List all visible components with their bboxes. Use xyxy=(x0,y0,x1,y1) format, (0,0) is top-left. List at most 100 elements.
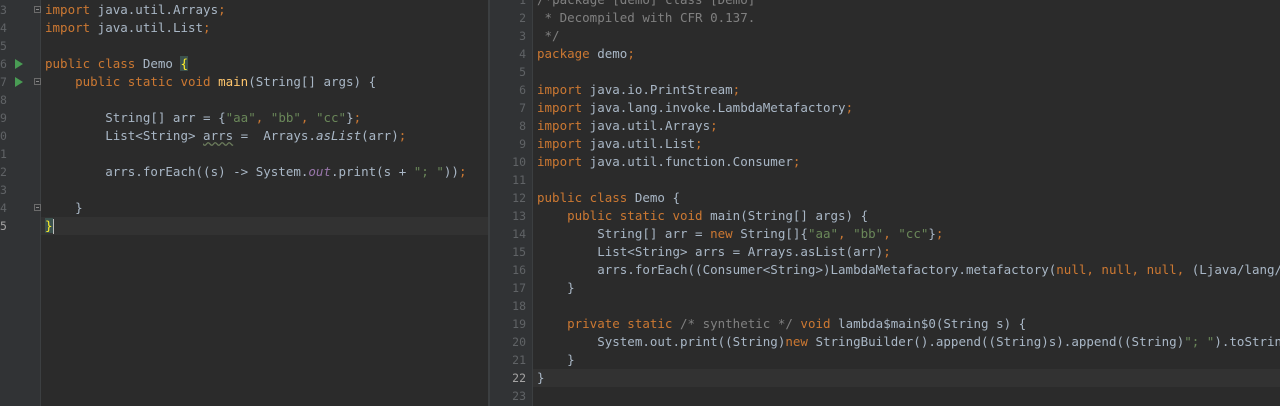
line-number[interactable]: 5 xyxy=(0,217,40,235)
line-number[interactable]: 20 xyxy=(490,333,532,351)
code-token: main(String[] args) { xyxy=(710,208,869,223)
code-line[interactable]: import java.util.List; xyxy=(533,135,1280,153)
code-line[interactable]: private static /* synthetic */ void lamb… xyxy=(533,315,1280,333)
code-token: public static void xyxy=(45,74,219,89)
code-line[interactable]: } xyxy=(41,217,490,235)
decompiled-editor-pane[interactable]: 1234567891011121314151617181920212223 /*… xyxy=(490,0,1280,406)
line-number[interactable]: 4 xyxy=(0,19,40,37)
code-line[interactable]: } xyxy=(41,199,490,217)
line-number[interactable]: 0 xyxy=(0,127,40,145)
line-number[interactable]: 18 xyxy=(490,297,532,315)
fold-icon[interactable] xyxy=(34,204,41,211)
code-line[interactable]: String[] arr = new String[]{"aa", "bb", … xyxy=(533,225,1280,243)
code-line[interactable]: } xyxy=(533,369,1280,387)
code-token: package [demo] class [Demo] xyxy=(552,0,755,7)
code-token: ; xyxy=(458,164,467,179)
line-number[interactable]: 15 xyxy=(490,243,532,261)
line-number[interactable]: 13 xyxy=(490,207,532,225)
line-number[interactable]: 2 xyxy=(490,9,532,27)
code-line[interactable]: arrs.forEach((Consumer<String>)LambdaMet… xyxy=(533,261,1280,279)
code-line-text: /*package [demo] class [Demo] xyxy=(537,0,755,9)
code-line[interactable]: System.out.print((String)new StringBuild… xyxy=(533,333,1280,351)
code-line[interactable]: import java.util.Arrays; xyxy=(41,1,490,19)
code-token: ; xyxy=(883,244,891,259)
fold-icon[interactable] xyxy=(34,78,41,85)
decompiled-code-area[interactable]: /*package [demo] class [Demo] * Decompil… xyxy=(533,0,1280,406)
code-token: void xyxy=(792,316,839,331)
code-line[interactable]: public class Demo { xyxy=(41,55,490,73)
fold-icon[interactable] xyxy=(34,6,41,13)
line-number[interactable]: 16 xyxy=(490,261,532,279)
code-line[interactable] xyxy=(41,181,490,199)
code-token: , xyxy=(838,226,854,241)
code-line[interactable]: } xyxy=(533,279,1280,297)
code-line[interactable] xyxy=(41,91,490,109)
code-line[interactable] xyxy=(533,387,1280,405)
code-line[interactable]: import java.util.function.Consumer; xyxy=(533,153,1280,171)
code-line[interactable]: import java.util.List; xyxy=(41,19,490,37)
code-line[interactable] xyxy=(533,297,1280,315)
line-number[interactable]: 17 xyxy=(490,279,532,297)
source-editor-pane[interactable]: 3456789012345 import java.util.Arrays; im… xyxy=(0,0,490,406)
code-line[interactable]: public static void main(String[] args) { xyxy=(41,73,490,91)
line-number[interactable]: 6 xyxy=(0,55,40,73)
line-number[interactable]: 7 xyxy=(490,99,532,117)
line-number[interactable]: 12 xyxy=(490,189,532,207)
code-line[interactable]: arrs.forEach((s) -> System.out.print(s +… xyxy=(41,163,490,181)
line-number[interactable]: 5 xyxy=(0,37,40,55)
line-number[interactable]: 7 xyxy=(0,73,41,91)
code-line[interactable] xyxy=(533,171,1280,189)
code-line[interactable]: List<String> arrs = Arrays.asList(arr); xyxy=(533,243,1280,261)
source-code-area[interactable]: import java.util.Arrays; import java.util… xyxy=(41,0,490,406)
line-number[interactable]: 8 xyxy=(490,117,532,135)
line-number[interactable]: 3 xyxy=(0,181,40,199)
line-number[interactable]: 10 xyxy=(490,153,532,171)
code-line-text: } xyxy=(537,369,545,387)
line-number[interactable]: 2 xyxy=(0,163,40,181)
code-line[interactable]: String[] arr = {"aa", "bb", "cc"}; xyxy=(41,109,490,127)
line-number[interactable]: 3 xyxy=(490,27,532,45)
line-number[interactable]: 14 xyxy=(490,225,532,243)
code-line[interactable] xyxy=(533,63,1280,81)
line-number[interactable]: 4 xyxy=(0,199,41,217)
run-gutter-icon[interactable] xyxy=(15,59,23,69)
line-number[interactable]: 1 xyxy=(0,145,40,163)
line-number[interactable]: 9 xyxy=(490,135,532,153)
code-line[interactable]: * Decompiled with CFR 0.137. xyxy=(533,9,1280,27)
line-number[interactable]: 19 xyxy=(490,315,532,333)
line-number[interactable]: 21 xyxy=(490,351,532,369)
code-line-text: import java.util.Arrays; xyxy=(45,1,226,19)
line-number[interactable]: 5 xyxy=(490,63,532,81)
code-line[interactable]: } xyxy=(533,351,1280,369)
line-number[interactable]: 8 xyxy=(0,91,40,109)
code-token: out xyxy=(308,164,331,179)
code-line[interactable] xyxy=(41,37,490,55)
line-number[interactable]: 9 xyxy=(0,109,40,127)
code-token: * Decompiled with CFR 0.137. xyxy=(537,10,756,25)
code-line[interactable]: public static void main(String[] args) { xyxy=(533,207,1280,225)
line-number[interactable]: 3 xyxy=(0,1,41,19)
code-line[interactable]: import java.lang.invoke.LambdaMetafactor… xyxy=(533,99,1280,117)
code-line[interactable]: import java.util.Arrays; xyxy=(533,117,1280,135)
code-token: "cc" xyxy=(898,226,929,241)
code-line[interactable]: import java.io.PrintStream; xyxy=(533,81,1280,99)
code-line-text: */ xyxy=(537,27,560,45)
line-number[interactable]: 6 xyxy=(490,81,532,99)
line-number[interactable]: 11 xyxy=(490,171,532,189)
line-number[interactable]: 4 xyxy=(490,45,532,63)
code-line[interactable]: /*package [demo] class [Demo] xyxy=(533,0,1280,9)
line-number-label: 9 xyxy=(519,137,526,151)
code-line[interactable]: */ xyxy=(533,27,1280,45)
line-number[interactable]: 23 xyxy=(490,387,532,405)
line-number-label: 3 xyxy=(519,29,526,43)
line-number[interactable]: 1 xyxy=(490,0,532,9)
line-number[interactable]: 22 xyxy=(490,369,532,387)
run-gutter-icon[interactable] xyxy=(15,77,23,87)
code-line-text: arrs.forEach((s) -> System.out.print(s +… xyxy=(45,163,466,181)
code-line[interactable]: package demo; xyxy=(533,45,1280,63)
code-line[interactable]: public class Demo { xyxy=(533,189,1280,207)
code-line[interactable] xyxy=(41,145,490,163)
code-line-text: } xyxy=(537,279,575,297)
code-token: java.io.PrintStream xyxy=(582,82,733,97)
code-line[interactable]: List<String> arrs = Arrays.asList(arr); xyxy=(41,127,490,145)
